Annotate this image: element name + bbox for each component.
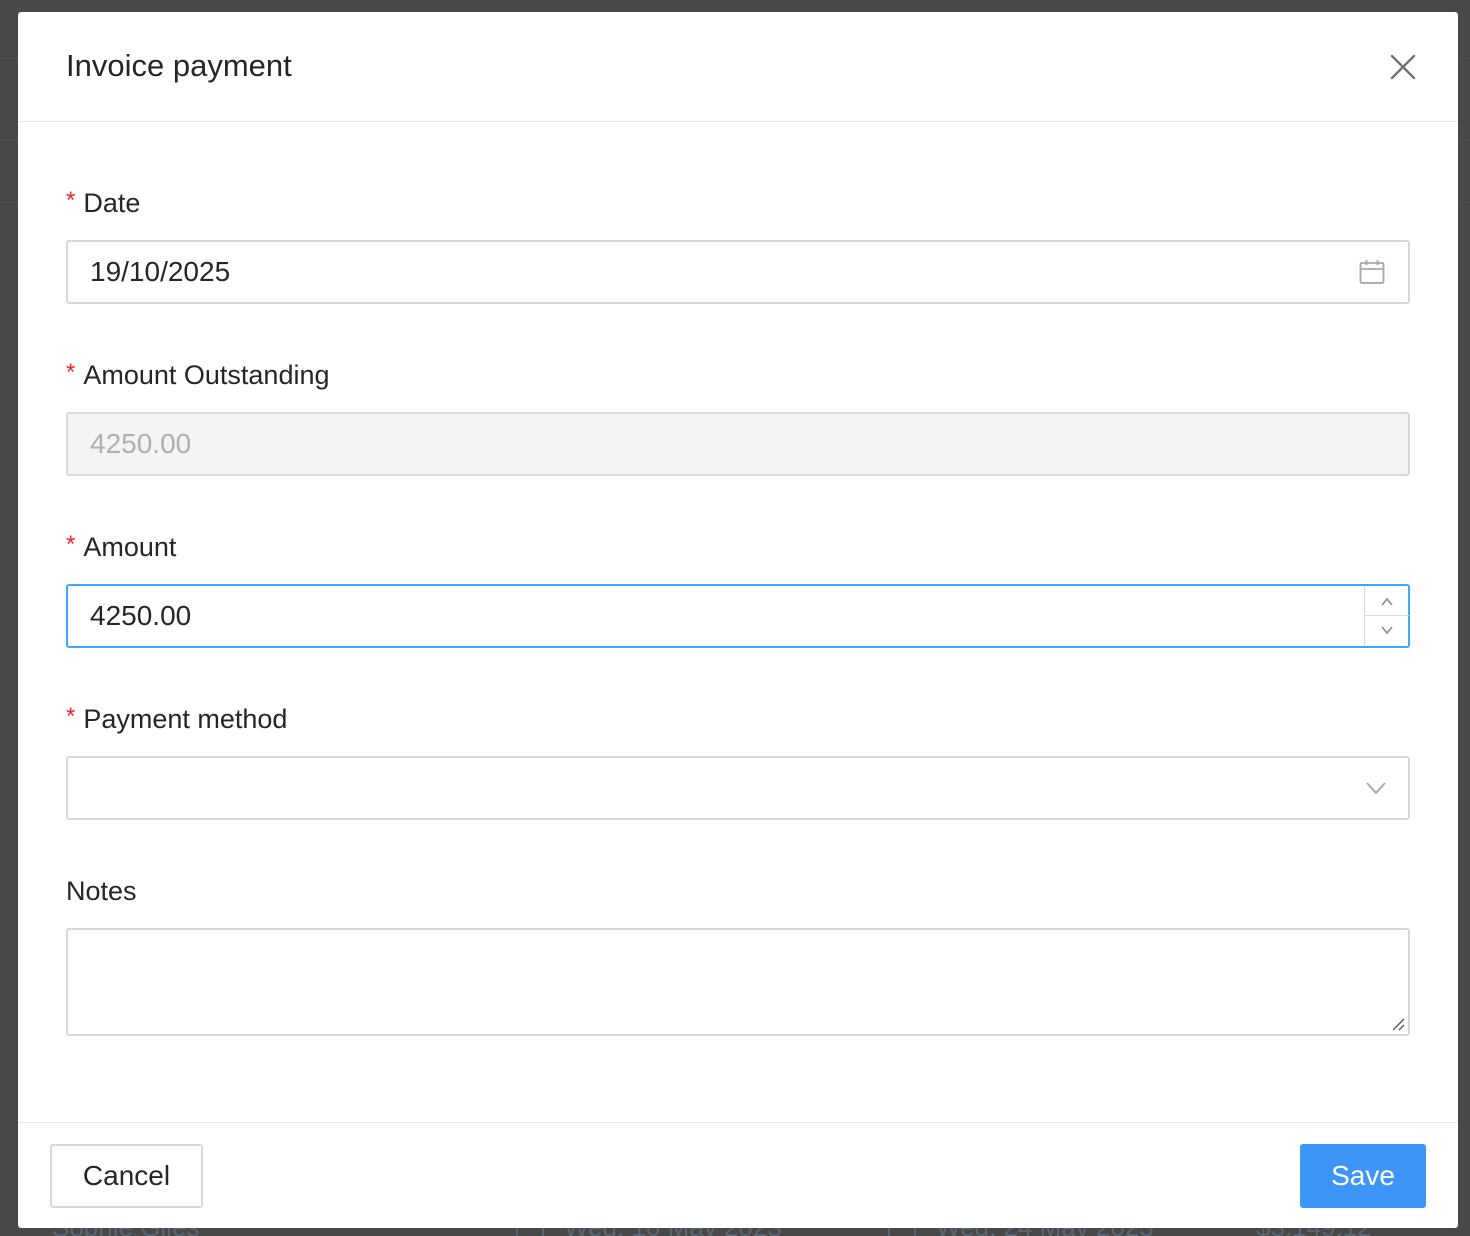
amount-value: 4250.00: [90, 600, 192, 631]
calendar-icon[interactable]: [1358, 258, 1386, 286]
required-marker: *: [66, 703, 76, 730]
invoice-payment-modal: Invoice payment * Date 19/10/2025 * Amount…: [18, 12, 1458, 1228]
payment-method-label-text: Payment method: [83, 704, 288, 734]
amount-label-text: Amount: [83, 532, 177, 562]
date-field[interactable]: 19/10/2025: [66, 240, 1410, 304]
resize-handle-icon[interactable]: [1390, 1016, 1406, 1032]
required-marker: *: [66, 187, 76, 214]
required-marker: *: [66, 531, 76, 558]
amount-outstanding-label: * Amount Outstanding: [66, 359, 330, 391]
notes-textarea[interactable]: [66, 928, 1410, 1036]
modal-footer: Cancel Save: [18, 1122, 1458, 1228]
decrement-button[interactable]: [1365, 616, 1409, 646]
increment-button[interactable]: [1365, 586, 1409, 616]
chevron-down-icon: [1366, 782, 1386, 795]
date-value: 19/10/2025: [90, 256, 231, 287]
amount-outstanding-label-text: Amount Outstanding: [83, 360, 330, 390]
amount-label: * Amount: [66, 531, 177, 563]
close-button[interactable]: [1388, 52, 1418, 82]
payment-method-label: * Payment method: [66, 703, 288, 735]
chevron-up-icon: [1381, 597, 1393, 606]
amount-field[interactable]: 4250.00: [66, 584, 1410, 648]
save-button[interactable]: Save: [1300, 1144, 1426, 1208]
cancel-button[interactable]: Cancel: [50, 1144, 203, 1208]
chevron-down-icon: [1381, 626, 1393, 635]
required-marker: *: [66, 359, 76, 386]
payment-method-select[interactable]: [66, 756, 1410, 820]
amount-stepper: [1364, 586, 1409, 646]
date-label: * Date: [66, 187, 141, 219]
modal-header: Invoice payment: [18, 12, 1458, 122]
close-icon: [1390, 54, 1416, 80]
notes-label: Notes: [66, 876, 137, 906]
date-label-text: Date: [83, 188, 141, 218]
modal-title: Invoice payment: [66, 48, 292, 83]
amount-outstanding-field: 4250.00: [66, 412, 1410, 476]
amount-outstanding-value: 4250.00: [90, 428, 192, 459]
